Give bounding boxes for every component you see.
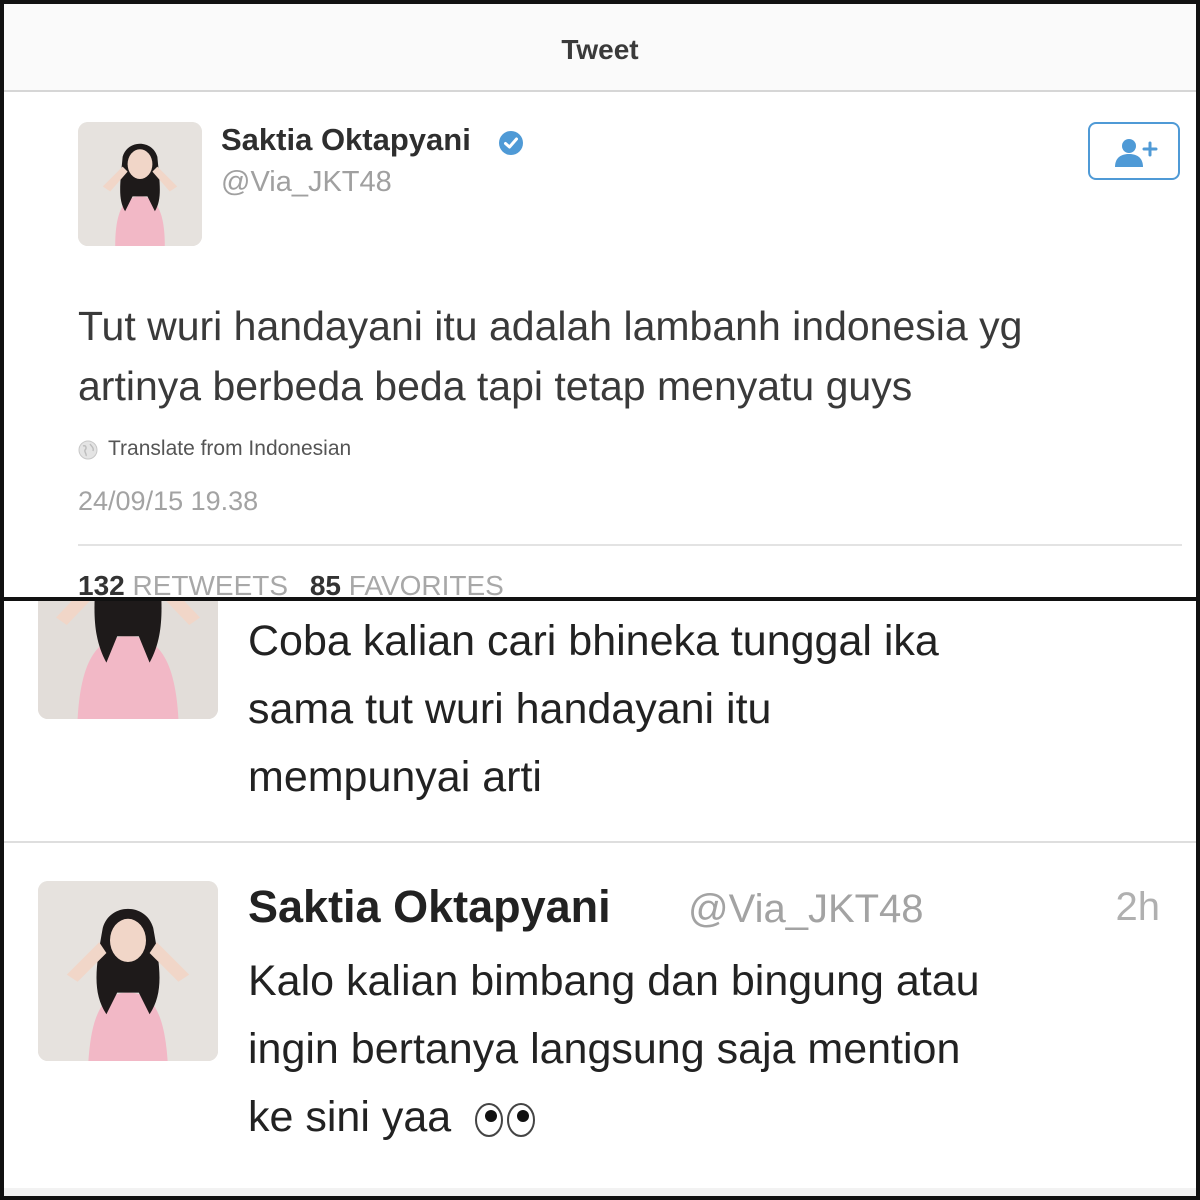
globe-icon bbox=[78, 440, 98, 460]
feed-tweet-text-line: Coba kalian cari bhineka tunggal ika bbox=[248, 617, 939, 665]
add-user-icon bbox=[1115, 139, 1158, 167]
author-name[interactable]: Saktia Oktapyani bbox=[221, 122, 471, 158]
author-handle[interactable]: @Via_JKT48 bbox=[221, 166, 392, 199]
favorites-label[interactable]: FAVORITES bbox=[349, 570, 504, 598]
feed-tweet-text-line: ingin bertanya langsung saja mention bbox=[248, 1025, 961, 1073]
feed-tweet-time: 2h bbox=[1115, 885, 1161, 929]
translate-label: Translate from Indonesian bbox=[108, 437, 352, 460]
avatar-photo bbox=[38, 881, 218, 1061]
feed-divider bbox=[4, 841, 1196, 843]
feed-author-name[interactable]: Saktia Oktapyani bbox=[248, 881, 611, 933]
navigation-bar: Tweet bbox=[4, 4, 1196, 92]
divider bbox=[78, 544, 1182, 546]
feed-tweet-text-line: sama tut wuri handayani itu bbox=[248, 685, 772, 733]
verified-badge-icon bbox=[499, 131, 523, 155]
tweet-detail-panel: Tweet Saktia Oktapyani @Via_JKT48 Tut wu… bbox=[4, 4, 1196, 598]
tweet-text-line: Tut wuri handayani itu adalah lambanh in… bbox=[78, 303, 1023, 349]
tweet-timestamp: 24/09/15 19.38 bbox=[78, 486, 259, 516]
page-title: Tweet bbox=[561, 34, 639, 65]
feed-tweet-text: Kalo kalian bimbang dan bingung atau ing… bbox=[248, 947, 980, 1151]
author-avatar[interactable] bbox=[78, 122, 202, 246]
favorites-count[interactable]: 85 bbox=[310, 570, 341, 598]
timeline-panel: Coba kalian cari bhineka tunggal ika sam… bbox=[4, 601, 1196, 1196]
feed-tweet-text-line: Kalo kalian bimbang dan bingung atau bbox=[248, 957, 980, 1005]
retweets-label[interactable]: RETWEETS bbox=[133, 570, 289, 598]
follow-button[interactable] bbox=[1088, 122, 1180, 180]
feed-bottom-border bbox=[4, 1188, 1196, 1196]
feed-tweet-text-line: ke sini yaa bbox=[248, 1083, 980, 1151]
tweet-text: Tut wuri handayani itu adalah lambanh in… bbox=[78, 296, 1158, 416]
feed-tweet-text-line: mempunyai arti bbox=[248, 753, 542, 801]
feed-tweet-text: Coba kalian cari bhineka tunggal ika sam… bbox=[248, 607, 939, 811]
feed-avatar[interactable] bbox=[38, 881, 218, 1061]
feed-tweet-text-segment: ke sini yaa bbox=[248, 1093, 452, 1141]
avatar-photo bbox=[38, 601, 218, 719]
tweet-text-line: artinya berbeda beda tapi tetap menyatu … bbox=[78, 363, 913, 409]
eyes-icon bbox=[475, 1102, 536, 1137]
retweets-count[interactable]: 132 bbox=[78, 570, 125, 598]
feed-author-handle[interactable]: @Via_JKT48 bbox=[688, 887, 924, 932]
feed-avatar[interactable] bbox=[38, 601, 218, 719]
tweet-stats: 132 RETWEETS 85 FAVORITES bbox=[78, 570, 518, 598]
avatar-photo bbox=[78, 122, 202, 246]
